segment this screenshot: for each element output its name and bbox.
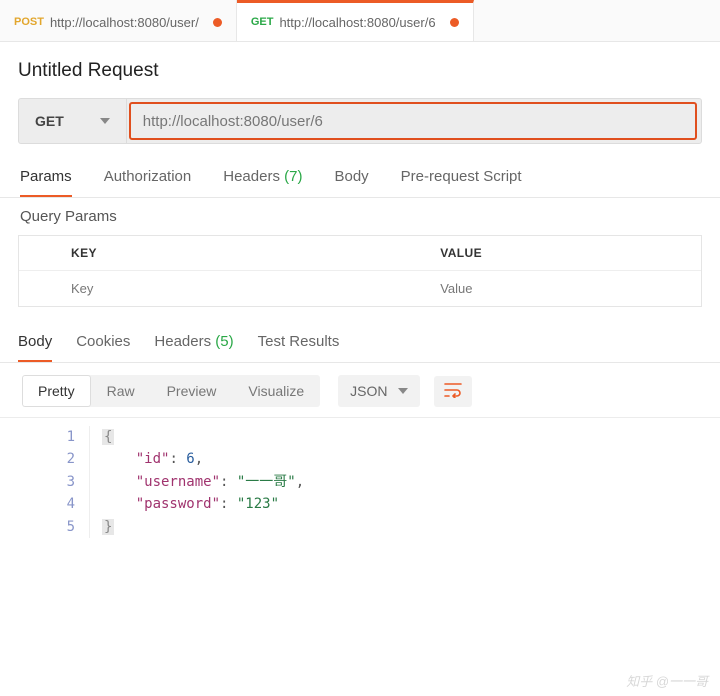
method-select[interactable]: GET [19, 99, 127, 143]
code-line: 2 "id": 6, [0, 448, 720, 470]
code-line: 3 "username": "一一哥", [0, 471, 720, 493]
tab-url: http://localhost:8080/user/6 [279, 15, 435, 30]
tab-response-cookies[interactable]: Cookies [76, 333, 130, 362]
code-content: "id": 6, [90, 448, 203, 470]
tab-response-headers-label: Headers [154, 333, 211, 350]
content-type-select[interactable]: JSON [338, 375, 419, 407]
line-number: 4 [0, 493, 90, 515]
code-line: 5} [0, 516, 720, 538]
wrap-lines-button[interactable] [434, 376, 472, 407]
chevron-down-icon [100, 118, 110, 124]
tab-response-headers[interactable]: Headers (5) [154, 333, 233, 362]
request-tabs-bar: POST http://localhost:8080/user/ GET htt… [0, 0, 720, 42]
code-line: 1{ [0, 426, 720, 448]
request-tab[interactable]: GET http://localhost:8080/user/6 [237, 0, 474, 41]
col-value: VALUE [428, 236, 701, 270]
value-cell[interactable]: Value [428, 271, 701, 306]
code-content: { [90, 426, 114, 448]
tab-params[interactable]: Params [20, 168, 72, 197]
url-bar: GET [18, 98, 702, 144]
method-badge: GET [251, 16, 274, 28]
response-tabs: Body Cookies Headers (5) Test Results [0, 325, 720, 363]
viewmode-raw[interactable]: Raw [91, 375, 151, 407]
watermark: 知乎 @一一哥 [626, 671, 708, 690]
code-content: "username": "一一哥", [90, 471, 304, 493]
viewmode-group: Pretty Raw Preview Visualize [22, 375, 320, 407]
tab-body[interactable]: Body [334, 168, 368, 197]
tab-prerequest[interactable]: Pre-request Script [401, 168, 522, 197]
response-view-toolbar: Pretty Raw Preview Visualize JSON [0, 363, 720, 417]
tab-headers-label: Headers [223, 168, 280, 185]
request-tab[interactable]: POST http://localhost:8080/user/ [0, 0, 237, 41]
query-params-label: Query Params [0, 198, 720, 235]
tab-response-headers-count: (5) [215, 333, 233, 350]
col-key: KEY [19, 236, 428, 270]
tab-url: http://localhost:8080/user/ [50, 15, 199, 30]
table-row[interactable]: Key Value [19, 271, 701, 306]
code-content: "password": "123" [90, 493, 279, 515]
url-highlight-box [129, 102, 697, 140]
table-header-row: KEY VALUE [19, 236, 701, 271]
code-content: } [90, 516, 114, 538]
content-type-value: JSON [350, 383, 387, 399]
query-params-table: KEY VALUE Key Value [18, 235, 702, 307]
viewmode-preview[interactable]: Preview [151, 375, 233, 407]
line-number: 3 [0, 471, 90, 493]
tab-response-body[interactable]: Body [18, 333, 52, 362]
wrap-icon [444, 382, 462, 398]
line-number: 2 [0, 448, 90, 470]
tab-authorization[interactable]: Authorization [104, 168, 192, 197]
key-cell[interactable]: Key [19, 271, 428, 306]
method-badge: POST [14, 16, 44, 28]
tab-headers[interactable]: Headers (7) [223, 168, 302, 197]
viewmode-pretty[interactable]: Pretty [22, 375, 91, 407]
tab-headers-count: (7) [284, 168, 302, 185]
tab-response-testresults[interactable]: Test Results [258, 333, 340, 362]
code-line: 4 "password": "123" [0, 493, 720, 515]
dirty-dot-icon [450, 18, 459, 27]
method-select-value: GET [35, 113, 64, 129]
viewmode-visualize[interactable]: Visualize [232, 375, 320, 407]
line-number: 1 [0, 426, 90, 448]
chevron-down-icon [398, 388, 408, 394]
request-subtabs: Params Authorization Headers (7) Body Pr… [0, 160, 720, 198]
line-number: 5 [0, 516, 90, 538]
dirty-dot-icon [213, 18, 222, 27]
url-input[interactable] [131, 104, 695, 138]
request-title[interactable]: Untitled Request [0, 42, 720, 92]
response-body-code[interactable]: 1{2 "id": 6,3 "username": "一一哥",4 "passw… [0, 418, 720, 550]
